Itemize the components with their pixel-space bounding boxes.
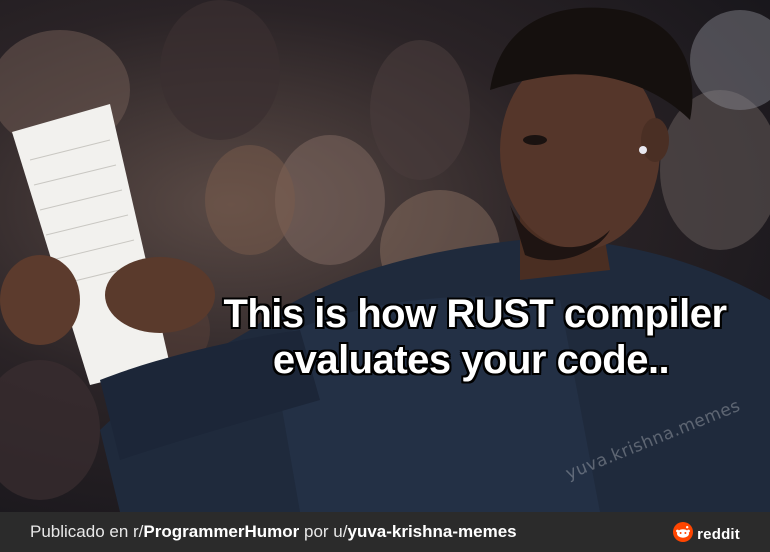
meme-caption-line-1: This is how RUST compiler bbox=[223, 292, 727, 336]
attribution-prefix: Publicado en r/ bbox=[30, 522, 144, 541]
attribution-middle: por u/ bbox=[299, 522, 348, 541]
reddit-wordmark: reddit bbox=[697, 526, 740, 543]
meme-caption-line-2: evaluates your code.. bbox=[272, 338, 670, 382]
post-image-frame: This is how RUST compiler evaluates your… bbox=[0, 0, 770, 552]
reddit-alien-icon bbox=[673, 522, 694, 547]
reddit-brand[interactable]: reddit bbox=[673, 522, 740, 547]
attribution-text: Publicado en r/ProgrammerHumor por u/yuv… bbox=[0, 522, 517, 542]
subreddit-link[interactable]: ProgrammerHumor bbox=[143, 522, 299, 541]
username-link[interactable]: yuva-krishna-memes bbox=[347, 522, 516, 541]
post-attribution-footer: Publicado en r/ProgrammerHumor por u/yuv… bbox=[0, 512, 770, 552]
